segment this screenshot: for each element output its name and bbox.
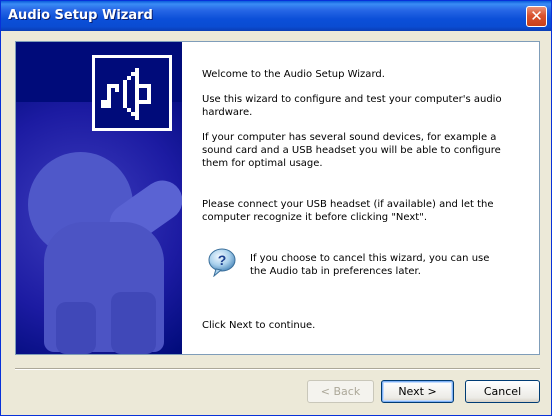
figure-leg [111,292,156,354]
wizard-content: Welcome to the Audio Setup Wizard. Use t… [5,31,549,413]
window-title: Audio Setup Wizard [8,8,153,23]
wizard-panel: Welcome to the Audio Setup Wizard. Use t… [15,41,540,355]
side-illustration [16,42,182,354]
cancel-button[interactable]: Cancel [465,380,540,403]
intro-text: Use this wizard to configure and test yo… [202,94,502,118]
divider [15,368,540,370]
svg-text:?: ? [218,252,227,268]
next-button[interactable]: Next > [381,380,454,403]
wizard-window: Audio Setup Wizard ✕ Welcome to the Audi… [0,0,552,416]
help-text: If you choose to cancel this wizard, you… [250,253,490,277]
devices-text: If your computer has several sound devic… [202,132,501,169]
figure-leg [56,302,96,354]
back-button[interactable]: < Back [307,380,374,403]
title-bar[interactable]: Audio Setup Wizard ✕ [1,1,551,31]
connect-text: Please connect your USB headset (if avai… [202,199,494,223]
close-icon[interactable]: ✕ [526,6,547,27]
speaker-icon [92,55,172,131]
help-question-icon: ? [208,248,236,277]
welcome-text: Welcome to the Audio Setup Wizard. [202,69,385,80]
continue-text: Click Next to continue. [202,320,316,331]
